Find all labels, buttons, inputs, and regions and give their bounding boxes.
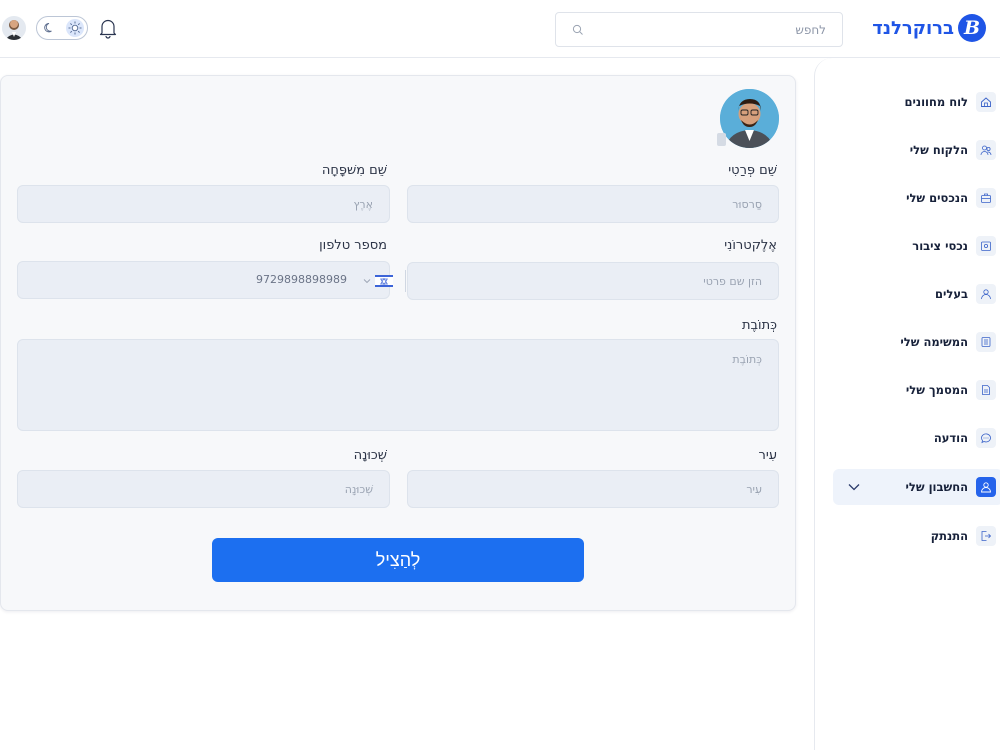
- last-name-label: שֵׁם מִשׁפָּחָה: [321, 163, 387, 178]
- sidebar-item-owners[interactable]: בעלים: [833, 276, 1000, 312]
- israel-flag-icon: [375, 275, 393, 287]
- chevron-down-icon[interactable]: [847, 480, 861, 494]
- brand[interactable]: B ברוקרלנד: [872, 14, 986, 42]
- sun-icon: [68, 21, 82, 35]
- sidebar-item-label: בעלים: [934, 287, 968, 301]
- country-code-select[interactable]: [351, 270, 406, 292]
- address-placeholder: כְּתוֹבֶת: [732, 353, 762, 366]
- address-textarea[interactable]: כְּתוֹבֶת: [17, 339, 779, 431]
- sidebar-item-label: הודעה: [933, 431, 968, 445]
- sidebar-item-logout[interactable]: התנתק: [833, 518, 1000, 554]
- bell-icon[interactable]: [98, 17, 118, 39]
- phone-field[interactable]: 9729898898989: [17, 261, 406, 299]
- sidebar-item-label: המסמך שלי: [905, 383, 968, 397]
- address-label: כְּתוֹבֶת: [741, 318, 777, 333]
- brand-name: ברוקרלנד: [872, 17, 954, 39]
- briefcase-icon: [976, 188, 996, 208]
- city-placeholder: עִיר: [746, 482, 762, 496]
- sidebar-item-label: נכסי ציבור: [912, 239, 968, 253]
- logout-icon: [976, 526, 996, 546]
- sidebar-item-label: התנתק: [930, 529, 968, 543]
- first-name-label: שֵׁם פְּרַטִי: [728, 163, 777, 178]
- sidebar-item-dashboard[interactable]: לוח מחוונים: [833, 84, 1000, 120]
- sidebar-item-public-assets[interactable]: נכסי ציבור: [833, 228, 1000, 264]
- header-actions: [2, 16, 118, 40]
- sidebar-item-my-clients[interactable]: הלקוח שלי: [833, 132, 1000, 168]
- save-button[interactable]: לְהַצִיל: [212, 538, 584, 582]
- chevron-down-icon: [363, 279, 371, 284]
- sidebar-item-my-tasks[interactable]: המשימה שלי: [833, 324, 1000, 360]
- sidebar-item-my-account[interactable]: החשבון שלי: [833, 469, 1000, 505]
- moon-icon: [44, 23, 52, 33]
- user-icon: [976, 284, 996, 304]
- first-name-placeholder: סַרסוּר: [732, 197, 762, 211]
- sidebar-item-my-documents[interactable]: המסמך שלי: [833, 372, 1000, 408]
- phone-label: מספר טלפון: [319, 238, 387, 253]
- theme-toggle[interactable]: [36, 16, 88, 40]
- city-label: עִיר: [758, 448, 777, 463]
- photo-edit-icon[interactable]: [717, 133, 726, 146]
- profile-photo[interactable]: [720, 89, 779, 148]
- users-icon: [976, 140, 996, 160]
- user-avatar[interactable]: [2, 16, 26, 40]
- last-name-placeholder: אֶרֶץ: [353, 197, 374, 211]
- neighborhood-label: שְׁכוּנָה: [353, 448, 387, 463]
- search-input[interactable]: לחפש: [555, 12, 843, 47]
- account-icon: [976, 477, 996, 497]
- top-bar: B ברוקרלנד לחפש: [0, 0, 1000, 58]
- search-icon: [572, 24, 583, 35]
- city-field[interactable]: עִיר: [407, 470, 779, 508]
- neighborhood-field[interactable]: שְׁכוּנָה: [17, 470, 390, 508]
- sidebar-item-label: החשבון שלי: [905, 480, 969, 494]
- sidebar-item-label: הנכסים שלי: [906, 191, 968, 205]
- brand-logo: B: [958, 14, 986, 42]
- document-icon: [976, 380, 996, 400]
- sidebar-item-messages[interactable]: הודעה: [833, 420, 1000, 456]
- list-icon: [976, 332, 996, 352]
- profile-form-card: שֵׁם פְּרַטִי סַרסוּר שֵׁם מִשׁפָּחָה אֶ…: [0, 75, 796, 611]
- home-icon: [976, 92, 996, 112]
- toggle-knob: [66, 19, 84, 37]
- sidebar-item-label: הלקוח שלי: [909, 143, 968, 157]
- first-name-field[interactable]: סַרסוּר: [407, 185, 779, 223]
- email-field[interactable]: הזן שם פרטי: [407, 262, 779, 300]
- sidebar: לוח מחוונים הלקוח שלי הנכסים שלי נכסי צי…: [814, 58, 1000, 750]
- email-label: אֶלֶקטרוֹנִי: [724, 238, 777, 253]
- chat-icon: [976, 428, 996, 448]
- phone-value: 9729898898989: [256, 273, 347, 286]
- search-placeholder: לחפש: [795, 22, 826, 37]
- sidebar-item-my-assets[interactable]: הנכסים שלי: [833, 180, 1000, 216]
- neighborhood-placeholder: שְׁכוּנָה: [344, 482, 373, 496]
- last-name-field[interactable]: אֶרֶץ: [17, 185, 390, 223]
- email-placeholder: הזן שם פרטי: [703, 274, 762, 288]
- sidebar-item-label: לוח מחוונים: [904, 95, 968, 109]
- sidebar-item-label: המשימה שלי: [900, 335, 968, 349]
- building-icon: [976, 236, 996, 256]
